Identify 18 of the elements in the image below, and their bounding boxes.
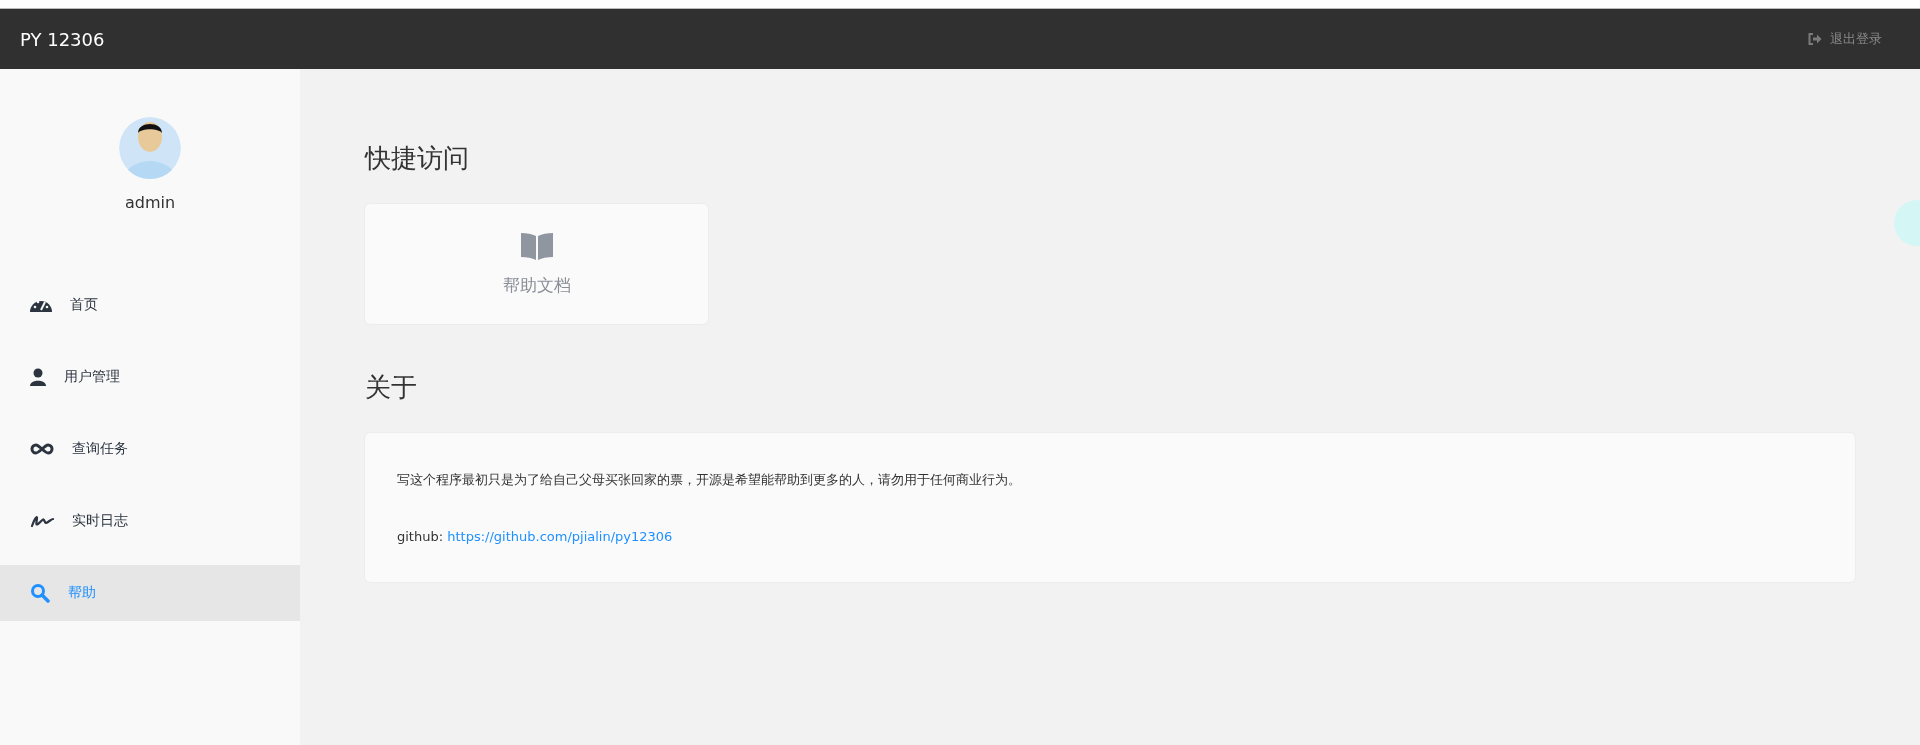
github-label: github: [397, 529, 444, 544]
sidebar-item[interactable]: 首页 [0, 277, 300, 333]
brand-title[interactable]: PY 12306 [20, 28, 105, 50]
avatar-icon [119, 117, 181, 179]
book-icon [519, 231, 554, 260]
sidebar-item[interactable]: 查询任务 [0, 421, 300, 477]
section-title: 关于 [365, 371, 418, 404]
user-icon [30, 368, 46, 386]
signature-icon [30, 514, 54, 528]
sidebar-item[interactable]: 用户管理 [0, 349, 300, 405]
sidebar-item[interactable]: 实时日志 [0, 493, 300, 549]
username: admin [124, 193, 176, 212]
infinity-icon [30, 443, 54, 455]
search-icon [30, 583, 50, 603]
about-text: 写这个程序最初只是为了给自己父母买张回家的票，开源是希望能帮助到更多的人，请勿用于任何商业行为。 [397, 471, 1022, 489]
section-title: 快捷访问 [365, 142, 470, 175]
sign-out-icon [1808, 33, 1822, 45]
logout-link[interactable]: 退出登录 [1808, 30, 1882, 48]
